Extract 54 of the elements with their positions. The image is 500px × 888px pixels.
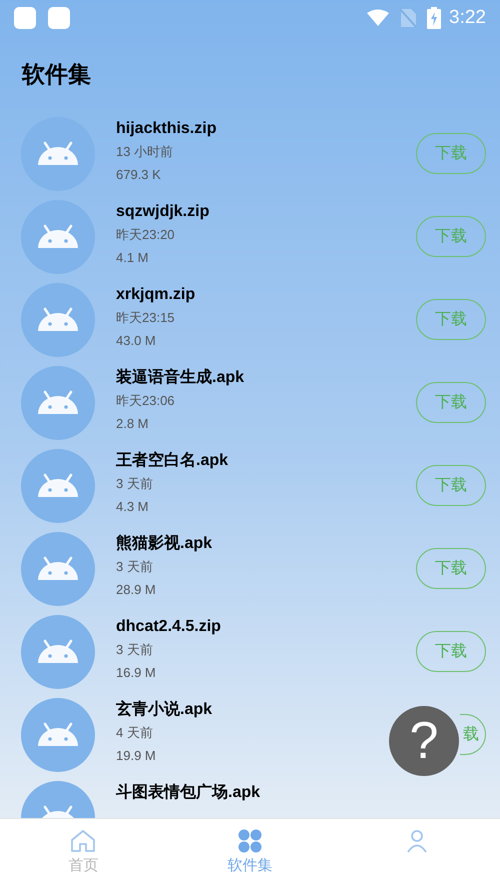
file-size: 4.1 M [116,249,150,267]
file-name: 装逼语音生成.apk [116,367,246,388]
download-button[interactable]: 下载 [416,299,486,340]
no-sim-icon [399,8,418,28]
android-app-icon [21,366,95,440]
file-name: 熊猫影视.apk [116,533,214,554]
file-name: sqzwjdjk.zip [116,202,210,222]
file-time: 4 天前 [116,724,154,742]
file-name: 王者空白名.apk [116,450,230,471]
download-button[interactable]: 下载 [416,382,486,423]
file-name: xrkjqm.zip [116,285,196,305]
home-icon [70,829,96,853]
android-app-icon [21,200,95,274]
help-button[interactable]: ? [389,706,459,776]
file-size: 2.8 M [116,415,150,433]
download-button[interactable]: 下载 [416,216,486,257]
download-button[interactable]: 下载 [416,133,486,174]
file-time: 昨天23:15 [116,309,176,327]
file-name: 斗图表情包广场.apk [116,782,262,803]
android-app-icon [21,698,95,772]
battery-charging-icon [427,7,442,29]
status-time: 3:22 [449,6,486,30]
file-name: 玄青小说.apk [116,699,214,720]
notification-icon [48,7,70,29]
nav-tab[interactable]: 首页 [0,819,167,888]
file-time: 3 天前 [116,475,154,493]
file-size: 19.9 M [116,747,157,765]
apps-grid-icon [238,829,262,853]
android-app-icon [21,116,95,190]
file-size: 43.0 M [116,332,157,350]
android-app-icon [21,614,95,688]
file-name: hijackthis.zip [116,119,218,139]
download-button[interactable]: 下载 [416,631,486,672]
android-app-icon [21,448,95,522]
download-button[interactable]: 下载 [416,548,486,589]
file-time: 昨天23:20 [116,226,176,244]
file-size: 4.3 M [116,498,150,516]
file-name: dhcat2.4.5.zip [116,617,222,637]
download-button[interactable]: 下载 [416,465,486,506]
wifi-icon [367,9,390,27]
download-button[interactable]: 载 [460,714,486,755]
file-time: 13 小时前 [116,143,174,161]
profile-icon [404,829,429,853]
file-time: 昨天23:06 [116,392,176,410]
nav-tab[interactable]: 软件集 [166,819,334,888]
file-size: 16.9 M [116,664,157,682]
file-size: 28.9 M [116,581,157,599]
file-time: 3 天前 [116,558,154,576]
file-size: 679.3 K [116,166,162,184]
file-time: 3 天前 [116,641,154,659]
android-app-icon [21,282,95,356]
android-app-icon [21,532,95,606]
page-title: 软件集 [22,60,91,89]
notification-icon [14,7,36,29]
